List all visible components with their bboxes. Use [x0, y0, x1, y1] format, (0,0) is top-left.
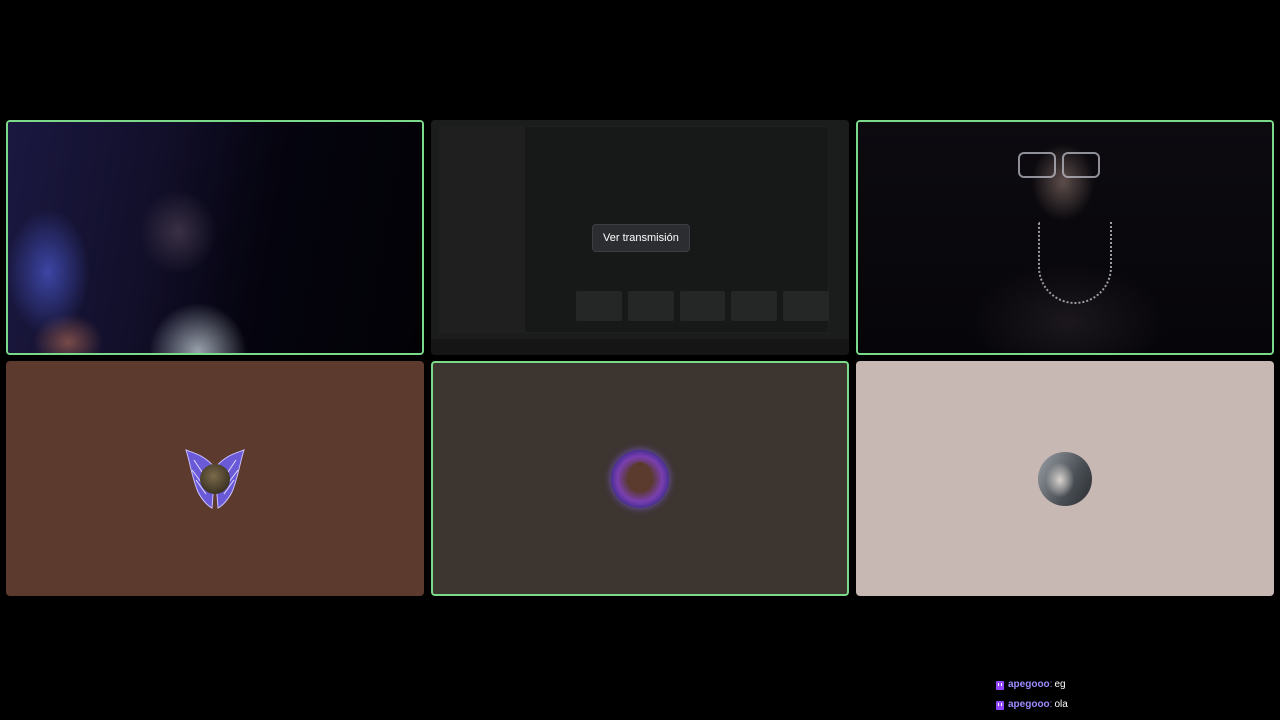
avatar-4 — [184, 448, 246, 510]
participant-video-3 — [858, 122, 1272, 353]
participant-tile-1[interactable] — [6, 120, 424, 355]
necklace-shape — [1038, 222, 1112, 304]
participant-tile-3[interactable] — [856, 120, 1274, 355]
call-grid: Ver transmisión apegooo: eg apegooo: o… — [0, 0, 1280, 720]
chat-message: apegooo : ola — [996, 695, 1068, 715]
participant-tile-6[interactable] — [856, 361, 1274, 596]
chat-separator: : — [1049, 679, 1053, 690]
avatar-6 — [1038, 451, 1092, 506]
chat-message: apegooo : eg — [996, 675, 1068, 695]
screen-share-tile[interactable]: Ver transmisión — [431, 120, 849, 355]
participant-tile-5[interactable] — [431, 361, 849, 596]
twitch-icon — [996, 700, 1004, 710]
chat-separator: : — [1049, 699, 1053, 710]
participant-tile-4[interactable] — [6, 361, 424, 596]
chat-overlay: apegooo : eg apegooo : ola — [996, 675, 1068, 715]
watch-stream-button[interactable]: Ver transmisión — [592, 224, 690, 252]
glasses-shape — [1018, 152, 1108, 178]
chat-text: eg — [1054, 679, 1066, 690]
chat-username: apegooo — [1008, 679, 1050, 690]
twitch-icon — [996, 680, 1004, 690]
chat-username: apegooo — [1008, 699, 1050, 710]
participant-video-1 — [8, 122, 422, 353]
avatar-5 — [611, 449, 669, 508]
chat-text: ola — [1054, 699, 1068, 710]
